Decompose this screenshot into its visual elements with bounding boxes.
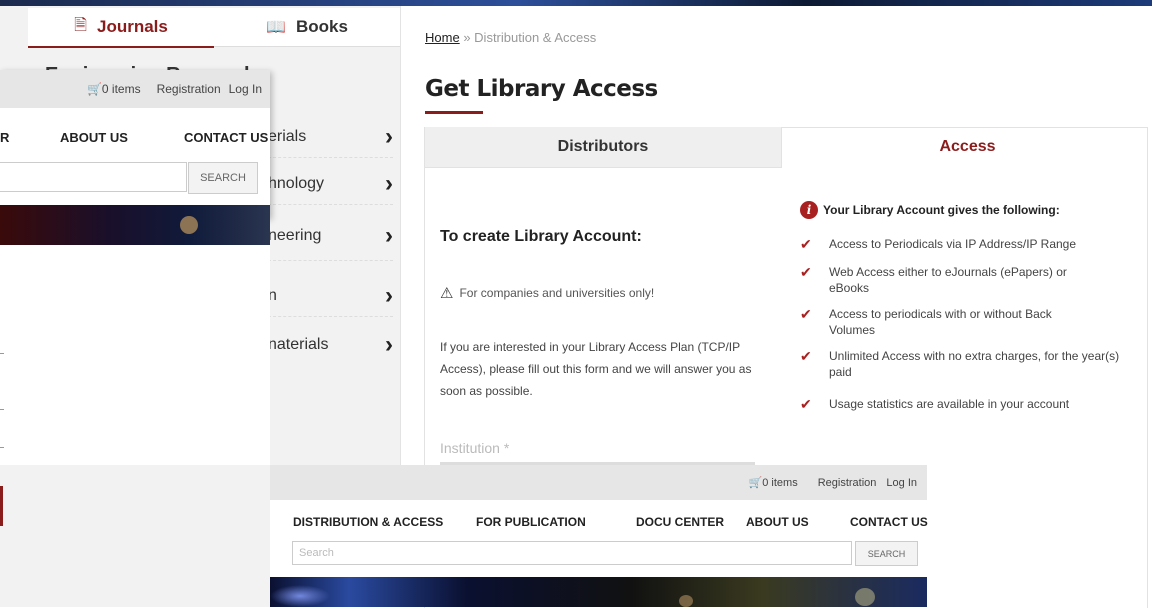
- sidebar-category-label: erials: [268, 128, 307, 145]
- benefit-text: Web Access either to eJournals (ePapers)…: [829, 265, 1067, 295]
- login-link[interactable]: Log In: [229, 82, 262, 96]
- benefit-item: ✔ Access to periodicals with or without …: [800, 306, 1100, 338]
- check-icon: ✔: [800, 348, 812, 364]
- institution-label: Institution *: [440, 440, 510, 456]
- benefit-text: Access to periodicals with or without Ba…: [829, 307, 1052, 337]
- overlay-top-content: [0, 245, 270, 465]
- overlay-top-nav: R ABOUT US CONTACT US: [0, 108, 270, 168]
- search-button[interactable]: SEARCH: [855, 541, 918, 566]
- title-underline: [425, 111, 483, 114]
- check-icon: ✔: [800, 306, 812, 322]
- check-icon: ✔: [800, 264, 812, 280]
- nav-docu-center[interactable]: DOCU CENTER: [636, 515, 724, 529]
- nav-item-partial[interactable]: R: [0, 130, 9, 145]
- search-input[interactable]: Search: [292, 541, 852, 565]
- overlay-bottom-bar: 🛒0 items Registration Log In: [270, 465, 927, 500]
- nav-distribution-access[interactable]: DISTRIBUTION & ACCESS: [293, 515, 443, 529]
- sidebar-category-label: naterials: [268, 336, 329, 353]
- overlay-banner: [0, 205, 270, 245]
- divider: [0, 353, 4, 354]
- nav-for-publication[interactable]: FOR PUBLICATION: [476, 515, 586, 529]
- breadcrumb-home-link[interactable]: Home: [425, 30, 460, 45]
- red-button-edge[interactable]: [0, 486, 3, 526]
- tab-journals[interactable]: 🗎 Journals: [28, 8, 214, 48]
- book-icon: 📖: [266, 19, 286, 36]
- benefits-title: i Your Library Account gives the followi…: [800, 201, 1060, 219]
- sidebar-category[interactable]: neering ›: [268, 212, 393, 261]
- benefit-text: Access to Periodicals via IP Address/IP …: [829, 237, 1077, 251]
- cart-link[interactable]: 🛒0 items: [87, 82, 149, 96]
- cart-count: 0 items: [762, 477, 798, 489]
- warning-note: ⚠ For companies and universities only!: [440, 284, 654, 302]
- benefit-item: ✔ Web Access either to eJournals (ePaper…: [800, 264, 1100, 296]
- benefit-item: ✔ Usage statistics are available in your…: [800, 396, 1140, 412]
- divider: [0, 447, 4, 448]
- info-icon: i: [800, 201, 818, 219]
- breadcrumb-separator: »: [463, 30, 471, 45]
- sidebar-category[interactable]: hnology ›: [268, 164, 393, 205]
- benefit-item: ✔ Access to Periodicals via IP Address/I…: [800, 236, 1140, 252]
- banner-light: [270, 585, 330, 607]
- check-icon: ✔: [800, 396, 812, 412]
- create-account-heading: To create Library Account:: [440, 228, 642, 245]
- tab-books-label: Books: [295, 17, 348, 36]
- breadcrumb: Home » Distribution & Access: [425, 30, 596, 45]
- tab-access[interactable]: Access: [790, 127, 1145, 167]
- nav-contact-us[interactable]: CONTACT US: [184, 130, 268, 145]
- warning-text: For companies and universities only!: [459, 286, 655, 300]
- intro-text: If you are interested in your Library Ac…: [440, 340, 752, 398]
- document-icon: 🗎: [74, 16, 87, 34]
- nav-about-us[interactable]: ABOUT US: [60, 130, 128, 145]
- chevron-right-icon: ›: [385, 331, 393, 358]
- benefit-text: Usage statistics are available in your a…: [829, 397, 1070, 411]
- sidebar-category[interactable]: n ›: [268, 276, 393, 317]
- warning-icon: ⚠: [440, 285, 454, 302]
- cart-count: 0 items: [101, 82, 141, 96]
- overlay-top-bar: 🛒0 items Registration Log In: [0, 70, 270, 108]
- login-link[interactable]: Log In: [886, 477, 917, 489]
- tab-distributors[interactable]: Distributors: [425, 127, 782, 168]
- search-input[interactable]: [0, 162, 187, 192]
- chevron-right-icon: ›: [385, 222, 393, 249]
- sidebar-category[interactable]: naterials ›: [268, 321, 393, 369]
- overlay-banner: [270, 577, 927, 607]
- breadcrumb-current: Distribution & Access: [474, 30, 597, 45]
- benefit-item: ✔ Unlimited Access with no extra charges…: [800, 348, 1140, 380]
- registration-link[interactable]: Registration: [818, 477, 877, 489]
- sidebar-category-label: neering: [268, 227, 322, 244]
- tab-books[interactable]: 📖 Books: [214, 8, 400, 47]
- banner-light: [180, 216, 198, 234]
- benefit-text: Unlimited Access with no extra charges, …: [829, 349, 1120, 379]
- chevron-right-icon: ›: [385, 282, 393, 309]
- cart-link[interactable]: 🛒0 items: [749, 476, 808, 489]
- divider: [0, 409, 4, 410]
- nav-contact-us[interactable]: CONTACT US: [850, 515, 928, 529]
- check-icon: ✔: [800, 236, 812, 252]
- page-title: Get Library Access: [425, 76, 658, 102]
- banner-light: [855, 588, 875, 606]
- search-button[interactable]: SEARCH: [188, 162, 258, 194]
- registration-link[interactable]: Registration: [157, 82, 221, 96]
- tab-journals-label: Journals: [97, 17, 168, 36]
- sidebar-category[interactable]: erials ›: [268, 117, 393, 158]
- benefits-title-text: Your Library Account gives the following…: [823, 203, 1060, 217]
- chevron-right-icon: ›: [385, 123, 393, 150]
- chevron-right-icon: ›: [385, 170, 393, 197]
- sidebar-category-label: hnology: [268, 175, 325, 192]
- banner-light: [679, 595, 693, 607]
- nav-about-us[interactable]: ABOUT US: [746, 515, 809, 529]
